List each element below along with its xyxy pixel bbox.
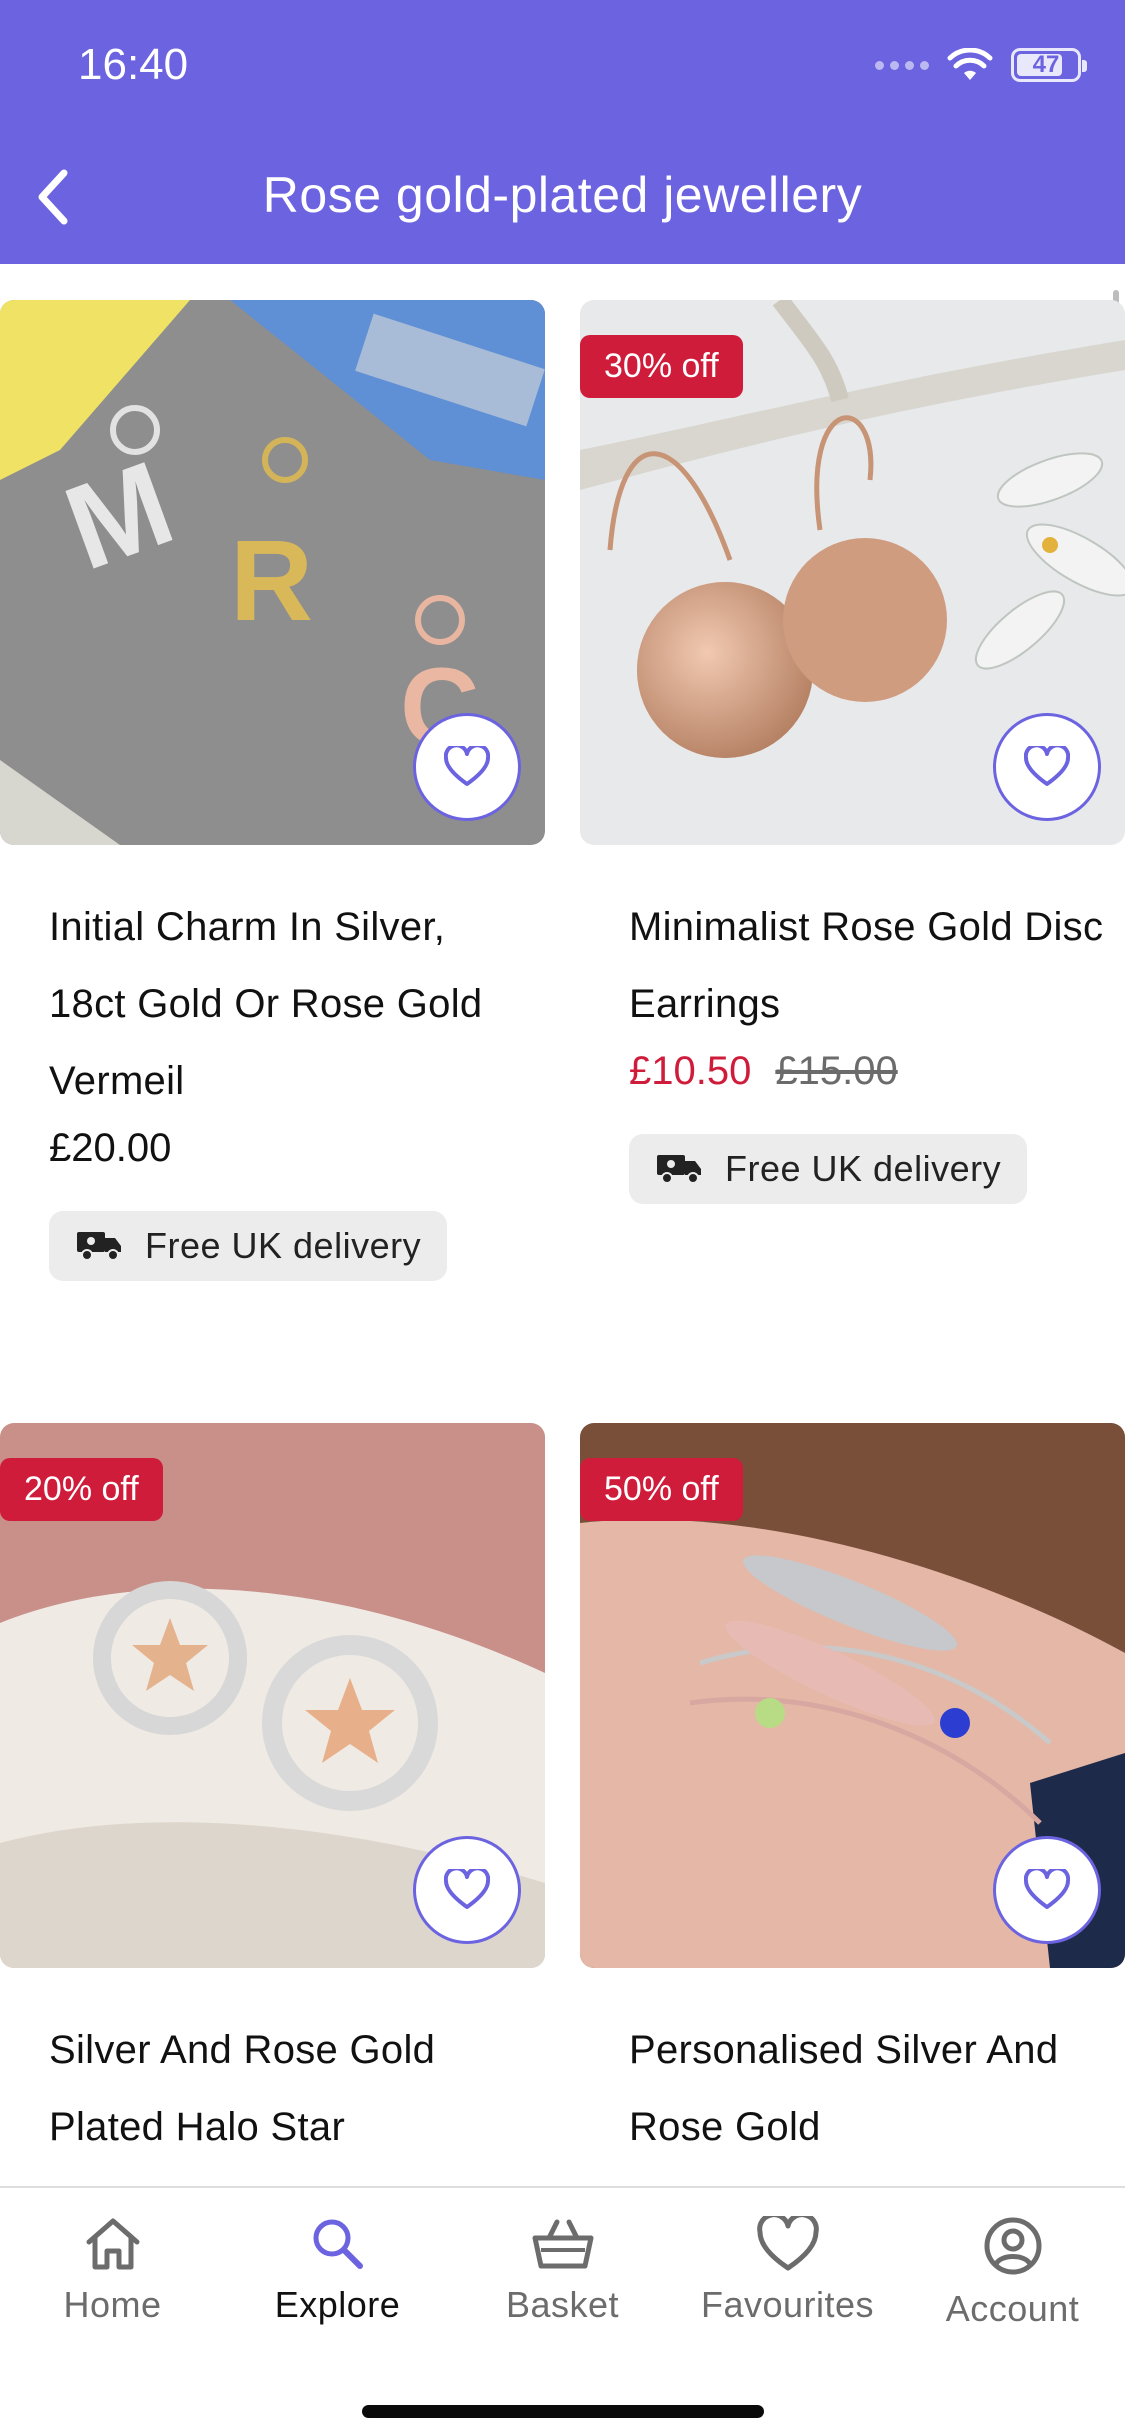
favourite-button[interactable]	[413, 1836, 521, 1944]
heart-icon	[1024, 746, 1070, 786]
search-icon	[313, 2219, 363, 2269]
favourite-button[interactable]	[993, 1836, 1101, 1944]
tab-label: Favourites	[700, 2284, 875, 2325]
tab-label: Explore	[274, 2284, 401, 2325]
app-header: 16:40 47 Rose gold-plated jewellery	[0, 0, 1125, 264]
product-title[interactable]: Initial Charm In Silver, 18ct Gold Or Ro…	[0, 889, 545, 1120]
status-icons: 47	[875, 48, 1087, 82]
product-image[interactable]: 20% off	[0, 1423, 545, 1968]
heart-icon	[444, 746, 490, 786]
heart-icon	[756, 2216, 819, 2271]
tab-basket[interactable]: Basket	[450, 2216, 675, 2326]
home-icon	[86, 2218, 139, 2270]
wifi-icon	[947, 48, 993, 80]
delivery-text: Free UK delivery	[725, 1148, 1002, 1189]
tab-label: Basket	[505, 2284, 620, 2325]
delivery-badge: Free UK delivery	[629, 1134, 1028, 1204]
account-icon	[984, 2217, 1041, 2275]
bottom-tab-bar: Home Explore Basket Favourites Account	[0, 2186, 1125, 2436]
discount-badge: 50% off	[580, 1458, 743, 1521]
basket-icon	[532, 2219, 593, 2269]
product-title[interactable]: Silver And Rose Gold Plated Halo Star	[0, 2012, 545, 2166]
product-card[interactable]: 20% off Silver And Rose Gold Plated Halo…	[0, 1423, 545, 2166]
product-title[interactable]: Minimalist Rose Gold Disc Earrings	[580, 889, 1125, 1043]
heart-icon	[444, 1869, 490, 1909]
product-title[interactable]: Personalised Silver And Rose Gold	[580, 2012, 1125, 2166]
battery-icon: 47	[1011, 48, 1087, 82]
product-image[interactable]: 50% off	[580, 1423, 1125, 1968]
tab-account[interactable]: Account	[900, 2216, 1125, 2330]
product-card[interactable]: 50% off Personalised Silver And Rose Gol…	[580, 1423, 1125, 2166]
product-card[interactable]: 30% off Minimalist Rose Gold Disc Earrin…	[580, 300, 1125, 1204]
discount-badge: 20% off	[0, 1458, 163, 1521]
tab-label: Account	[945, 2288, 1080, 2329]
delivery-truck-icon	[657, 1155, 701, 1184]
product-image[interactable]: M R C	[0, 300, 545, 845]
discount-badge: 30% off	[580, 335, 743, 398]
product-image[interactable]: 30% off	[580, 300, 1125, 845]
product-price: £20.00	[49, 1126, 172, 1170]
delivery-truck-icon	[77, 1232, 121, 1261]
sale-price: £10.50	[629, 1049, 752, 1093]
tab-label: Home	[63, 2284, 162, 2325]
tab-favourites[interactable]: Favourites	[675, 2216, 900, 2326]
page-title: Rose gold-plated jewellery	[262, 167, 863, 223]
svg-text:R: R	[230, 517, 313, 645]
delivery-text: Free UK delivery	[145, 1225, 422, 1266]
delivery-badge: Free UK delivery	[49, 1211, 448, 1281]
favourite-button[interactable]	[413, 713, 521, 821]
heart-icon	[1024, 1869, 1070, 1909]
cellular-signal-icon	[875, 60, 929, 70]
home-indicator[interactable]	[362, 2405, 764, 2418]
tab-explore[interactable]: Explore	[225, 2216, 450, 2326]
favourite-button[interactable]	[993, 713, 1101, 821]
original-price: £15.00	[775, 1049, 898, 1093]
product-card[interactable]: M R C Initial Charm In Silver, 18ct Gold…	[0, 300, 545, 1281]
status-time: 16:40	[78, 40, 189, 89]
battery-level: 47	[1032, 51, 1060, 78]
tab-home[interactable]: Home	[0, 2216, 225, 2326]
